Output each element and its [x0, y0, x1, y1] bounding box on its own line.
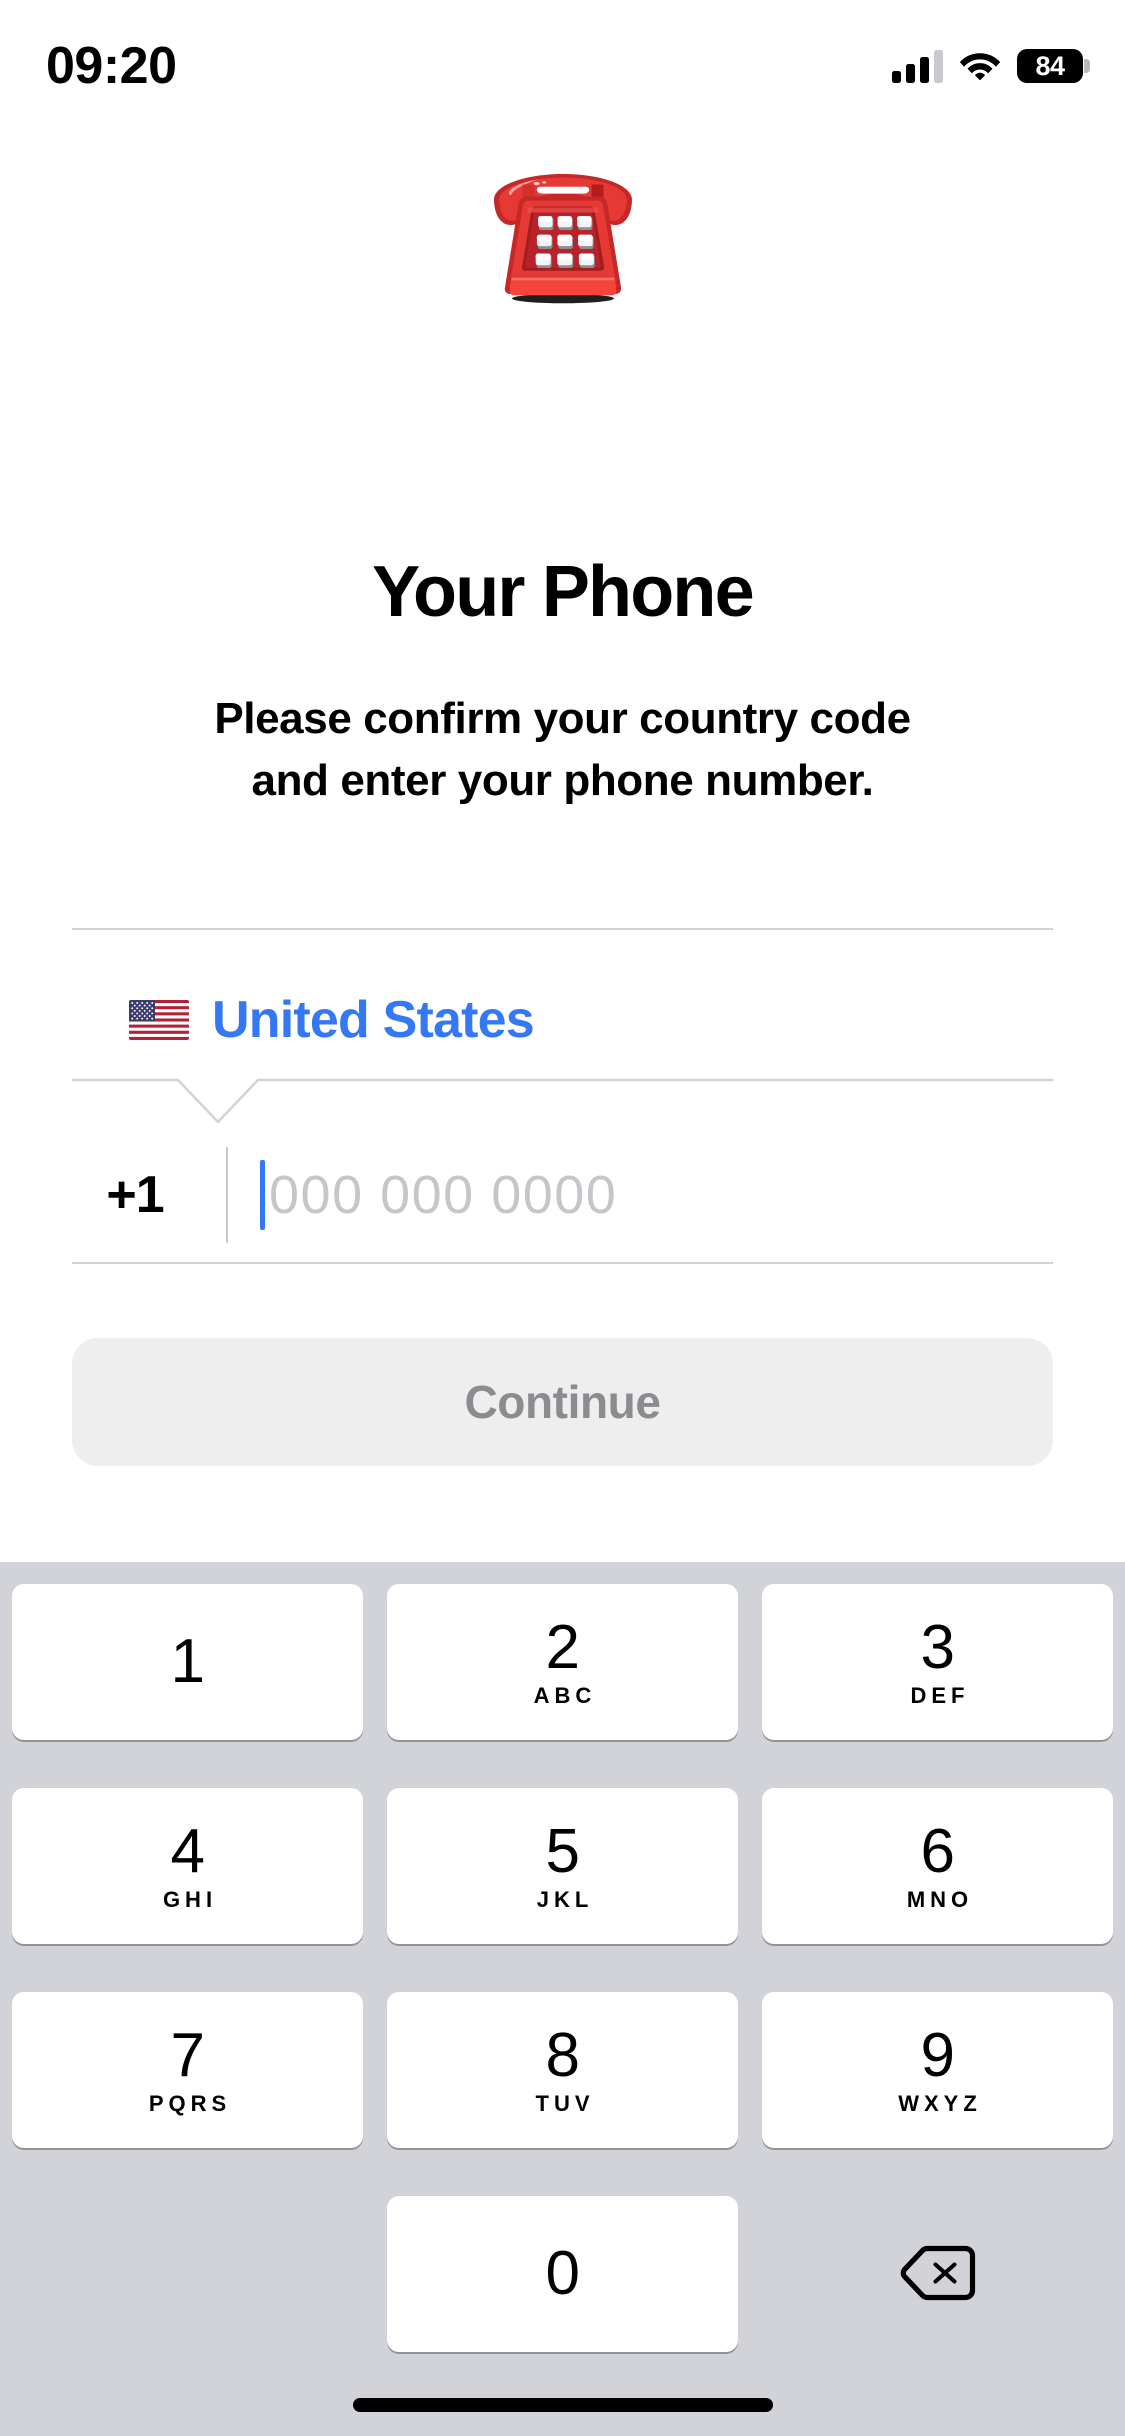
keypad-key-letters: TUV [535, 2091, 595, 2116]
keypad-cell-empty [0, 2196, 375, 2352]
keypad-cell [750, 2196, 1125, 2352]
keypad-key-digit: 9 [920, 2021, 955, 2090]
keypad-key-7[interactable]: 7 PQRS [12, 1992, 363, 2148]
phone-number-entry-screen: 09:20 84 Your Phone Please confirm your … [0, 0, 1125, 2436]
status-bar-time: 09:20 [46, 37, 177, 95]
keypad-cell: 8 TUV [375, 1992, 750, 2148]
page-subtitle-line-2: and enter your phone number. [251, 756, 874, 805]
page-title: Your Phone [372, 552, 754, 632]
phone-number-placeholder: 000 000 0000 [269, 1165, 618, 1225]
status-bar: 09:20 84 [0, 0, 1125, 132]
keypad-row: 4 GHI 5 JKL 6 MNO [0, 1788, 1125, 1944]
page-subtitle-line-1: Please confirm your country code [214, 694, 911, 743]
keypad-row: 0 [0, 2196, 1125, 2352]
keypad-key-digit: 0 [545, 2239, 580, 2308]
keypad-cell: 6 MNO [750, 1788, 1125, 1944]
phone-number-field-row[interactable]: +1 000 000 0000 [72, 1130, 1053, 1260]
keypad-row: 1 2 ABC 3 DEF [0, 1584, 1125, 1740]
keypad-key-4[interactable]: 4 GHI [12, 1788, 363, 1944]
keypad-cell: 4 GHI [0, 1788, 375, 1944]
keypad-cell: 0 [375, 2196, 750, 2352]
keypad-key-digit: 1 [170, 1627, 205, 1696]
keypad-cell: 5 JKL [375, 1788, 750, 1944]
home-indicator [352, 2398, 773, 2412]
keypad-key-3[interactable]: 3 DEF [762, 1584, 1113, 1740]
keypad-key-letters: JKL [536, 1887, 594, 1912]
keypad-cell: 3 DEF [750, 1584, 1125, 1740]
divider-below-phone [72, 1262, 1053, 1264]
status-bar-indicators: 84 [892, 36, 1090, 96]
keypad-key-letters: PQRS [148, 2091, 232, 2116]
keypad-key-digit: 5 [545, 1817, 580, 1886]
telephone-emoji [0, 150, 1125, 330]
keypad-key-8[interactable]: 8 TUV [387, 1992, 738, 2148]
keypad-key-1[interactable]: 1 [12, 1584, 363, 1740]
numeric-keypad: 1 2 ABC 3 DEF 4 GHI 5 JKL 6 MNO 7 PQRS 8… [0, 1562, 1125, 2436]
country-name-label: United States [212, 991, 535, 1049]
continue-button[interactable]: Continue [72, 1338, 1053, 1466]
battery-percent-label: 84 [1035, 51, 1065, 81]
battery-icon: 84 [1017, 49, 1090, 83]
keypad-key-0[interactable]: 0 [387, 2196, 738, 2352]
keypad-row: 7 PQRS 8 TUV 9 WXYZ [0, 1992, 1125, 2148]
wifi-icon [959, 48, 1001, 85]
keypad-cell: 2 ABC [375, 1584, 750, 1740]
phone-number-input[interactable]: 000 000 0000 [228, 1130, 1053, 1260]
cellular-signal-icon [892, 49, 943, 83]
keypad-cell: 1 [0, 1584, 375, 1740]
keypad-key-letters: ABC [533, 1683, 597, 1708]
keypad-key-letters: WXYZ [898, 2091, 982, 2116]
keypad-key-6[interactable]: 6 MNO [762, 1788, 1113, 1944]
keypad-key-digit: 6 [920, 1817, 955, 1886]
keypad-key-5[interactable]: 5 JKL [387, 1788, 738, 1944]
backspace-delete-icon [900, 2243, 976, 2306]
divider-with-selector-notch [72, 1078, 1053, 1138]
keypad-key-letters: DEF [910, 1683, 970, 1708]
text-cursor [260, 1160, 265, 1230]
keypad-key-digit: 7 [170, 2021, 205, 2090]
keypad-key-digit: 4 [170, 1817, 205, 1886]
keypad-key-2[interactable]: 2 ABC [387, 1584, 738, 1740]
keypad-cell: 9 WXYZ [750, 1992, 1125, 2148]
keypad-key-digit: 3 [920, 1613, 955, 1682]
keypad-key-letters: MNO [906, 1887, 974, 1912]
page-subtitle: Please confirm your country code and ent… [90, 688, 1035, 812]
keypad-cell: 7 PQRS [0, 1992, 375, 2148]
divider-above-country [72, 928, 1053, 930]
backspace-delete-key[interactable] [762, 2196, 1113, 2352]
keypad-key-letters: GHI [162, 1887, 218, 1912]
country-selector[interactable]: United States [72, 960, 1053, 1080]
united-states-flag-emoji [128, 997, 190, 1043]
keypad-key-digit: 8 [545, 2021, 580, 2090]
keypad-key-digit: 2 [545, 1613, 580, 1682]
dial-code-label: +1 [106, 1166, 164, 1224]
keypad-key-9[interactable]: 9 WXYZ [762, 1992, 1113, 2148]
